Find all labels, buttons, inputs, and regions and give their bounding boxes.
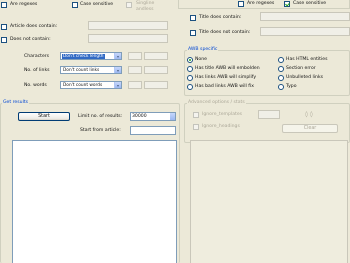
does-not-contain-input[interactable] xyxy=(88,34,168,43)
limit-results-label: Limit no. of results: xyxy=(78,114,123,119)
clear-button[interactable]: Clear xyxy=(282,124,338,133)
title-contains-label: Title does contain: xyxy=(199,15,242,20)
advanced-group xyxy=(184,103,350,143)
singleline-label-2: andless xyxy=(136,7,154,12)
limit-results-field[interactable]: 30000 xyxy=(130,112,176,121)
advanced-title: Advanced options / stats xyxy=(187,100,246,106)
title-not-contains-input[interactable] xyxy=(260,27,350,36)
chevron-down-icon xyxy=(114,67,121,73)
awb-option-unbulleted-label: Unbulleted links xyxy=(286,75,324,80)
awb-option-html-entities-label: Has HTML entities xyxy=(286,57,328,62)
awb-option-none-label: None xyxy=(195,57,207,62)
words-value: Don't count words xyxy=(63,83,103,88)
characters-value: Don't check length xyxy=(62,54,105,59)
ignore-templates-checkbox[interactable] xyxy=(193,112,199,118)
start-button[interactable]: Start xyxy=(18,112,70,121)
article-contains-input[interactable] xyxy=(88,21,168,30)
awb-option-embolden-label: Has title AWB will embolden xyxy=(195,66,260,71)
advanced-spinner-icon[interactable]: ◊ ◊ xyxy=(305,110,317,119)
words-max-field[interactable] xyxy=(144,81,168,89)
singleline-checkbox[interactable] xyxy=(126,2,132,8)
left-any-regexes-label: Are regexes xyxy=(10,2,38,7)
title-contains-checkbox[interactable] xyxy=(190,15,196,21)
links-min-field[interactable] xyxy=(128,66,142,74)
ignore-templates-label: Ignore_templates xyxy=(202,112,243,117)
article-contains-label: Article does contain: xyxy=(10,24,58,29)
words-min-field[interactable] xyxy=(128,81,142,89)
does-not-contain-checkbox[interactable] xyxy=(1,37,7,43)
left-case-sensitive-label: Case sensitive xyxy=(80,2,114,7)
links-dropdown[interactable]: Don't count links xyxy=(60,66,122,74)
words-label: No. words xyxy=(24,83,47,88)
start-from-input[interactable] xyxy=(130,126,176,135)
right-any-regexes-checkbox[interactable] xyxy=(238,1,244,7)
stats-panel xyxy=(190,140,348,263)
awb-option-html-entities-radio[interactable] xyxy=(278,57,284,63)
title-contains-input[interactable] xyxy=(260,12,350,21)
links-value: Don't count links xyxy=(63,68,100,73)
chevron-down-icon xyxy=(114,53,121,59)
characters-max-field[interactable] xyxy=(144,52,168,60)
get-results-title: Get results xyxy=(2,100,30,106)
title-not-contains-label: Title does not contain: xyxy=(199,30,251,35)
awb-option-embolden-radio[interactable] xyxy=(187,66,193,72)
right-any-regexes-label: Are regexes xyxy=(247,1,275,6)
right-case-sensitive-label: Case sensitive xyxy=(293,1,327,6)
does-not-contain-label: Does not contain: xyxy=(10,37,51,42)
start-from-label: Start from article: xyxy=(80,128,121,133)
links-max-field[interactable] xyxy=(144,66,168,74)
title-not-contains-checkbox[interactable] xyxy=(190,30,196,36)
right-case-sensitive-checkbox[interactable] xyxy=(284,1,290,7)
awb-specific-title: AWB specific xyxy=(187,47,219,53)
characters-label: Characters xyxy=(24,54,50,59)
left-case-sensitive-checkbox[interactable] xyxy=(72,2,78,8)
limit-results-value: 30000 xyxy=(132,114,147,119)
awb-option-simplify-label: Has links AWB will simplify xyxy=(195,75,257,80)
left-any-regexes-checkbox[interactable] xyxy=(1,2,7,8)
characters-dropdown[interactable]: Don't check length xyxy=(60,52,122,60)
awb-option-section-error-label: Section error xyxy=(286,66,316,71)
awb-option-section-error-radio[interactable] xyxy=(278,66,284,72)
spinner-icon[interactable] xyxy=(170,113,175,120)
awb-option-bad-links-radio[interactable] xyxy=(187,84,193,90)
awb-option-simplify-radio[interactable] xyxy=(187,75,193,81)
advanced-number-field[interactable] xyxy=(258,110,280,119)
article-contains-checkbox[interactable] xyxy=(1,24,7,30)
awb-option-none-radio[interactable] xyxy=(187,57,193,63)
ignore-headings-checkbox[interactable] xyxy=(193,124,199,130)
awb-option-typo-label: Typo xyxy=(286,84,297,89)
characters-min-field[interactable] xyxy=(128,52,142,60)
links-label: No. of links xyxy=(24,68,50,73)
results-listbox[interactable] xyxy=(12,140,177,263)
chevron-down-icon xyxy=(114,82,121,88)
ignore-headings-label: Ignore_headings xyxy=(202,124,240,129)
awb-option-bad-links-label: Has bad links AWB will fix xyxy=(195,84,254,89)
awb-option-unbulleted-radio[interactable] xyxy=(278,75,284,81)
words-dropdown[interactable]: Don't count words xyxy=(60,81,122,89)
awb-option-typo-radio[interactable] xyxy=(278,84,284,90)
